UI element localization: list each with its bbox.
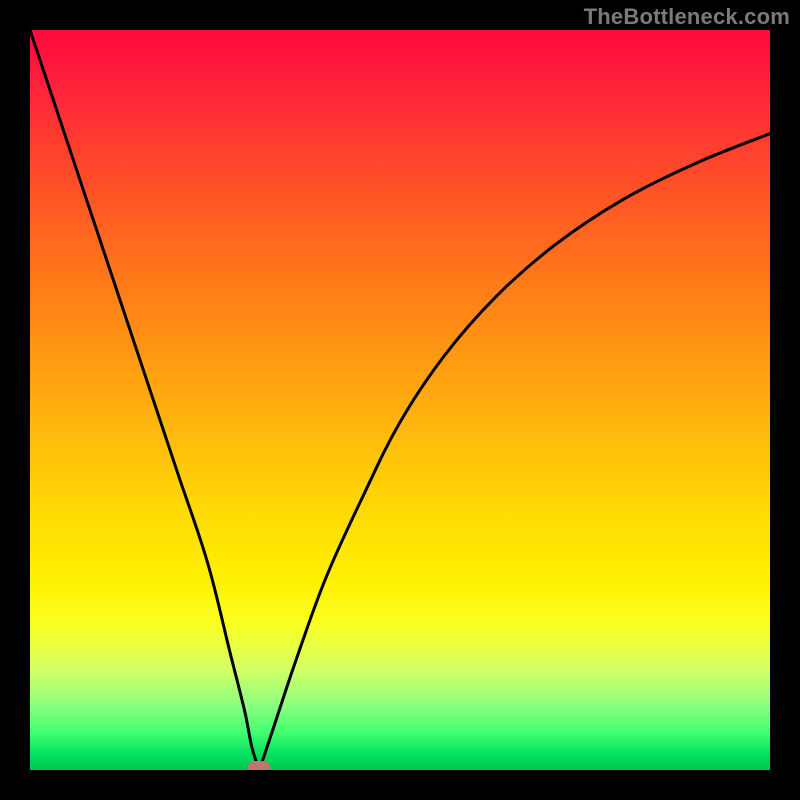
chart-frame: TheBottleneck.com xyxy=(0,0,800,800)
plot-area xyxy=(30,30,770,770)
watermark-text: TheBottleneck.com xyxy=(584,4,790,30)
bottleneck-curve xyxy=(30,30,770,770)
curve-right-branch xyxy=(259,134,770,770)
min-marker xyxy=(248,761,270,770)
curve-left-branch xyxy=(30,30,259,770)
